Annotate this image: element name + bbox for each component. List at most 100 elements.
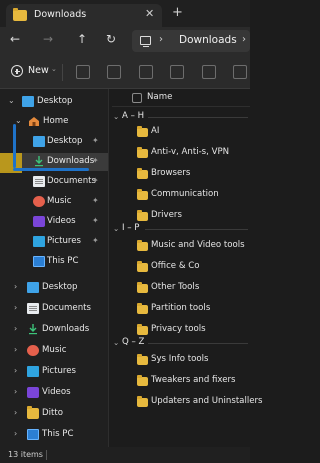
close-tab-icon[interactable]: ✕ — [145, 7, 154, 20]
sidebar-item-desktop-root[interactable]: ⌄ Desktop — [0, 93, 108, 111]
sidebar-item-label: Documents — [42, 303, 91, 313]
sidebar-item-music[interactable]: › Music — [0, 342, 108, 360]
sidebar-item-quick-documents[interactable]: Documents ✦ — [0, 173, 108, 191]
breadcrumb-chevron-icon[interactable]: › — [159, 34, 163, 45]
chevron-down-icon[interactable]: ⌄ — [8, 96, 15, 105]
column-header-name[interactable]: Name — [147, 92, 172, 102]
desktop-icon — [22, 96, 34, 107]
folder-icon — [137, 396, 148, 407]
folder-icon — [27, 406, 39, 419]
music-icon — [27, 345, 39, 356]
tab-title: Downloads — [34, 9, 87, 20]
computer-icon — [27, 429, 39, 440]
pin-icon[interactable]: ✦ — [92, 136, 99, 145]
new-tab-button[interactable]: + — [172, 5, 183, 20]
sidebar-item-desktop[interactable]: › Desktop — [0, 279, 108, 297]
address-bar[interactable]: › Downloads › — [132, 30, 250, 52]
sidebar-item-label: Desktop — [37, 96, 73, 106]
sidebar-item-quick-desktop[interactable]: Desktop ✦ — [0, 133, 108, 151]
pin-icon[interactable]: ✦ — [92, 176, 99, 185]
breadcrumb-downloads[interactable]: Downloads — [179, 34, 237, 46]
sidebar-item-ditto[interactable]: › Ditto — [0, 405, 108, 423]
pin-icon[interactable]: ✦ — [92, 156, 99, 165]
folder-icon — [137, 189, 148, 200]
group-divider — [145, 229, 248, 230]
sidebar-item-label: Music — [47, 196, 72, 206]
desktop-icon — [27, 282, 39, 293]
chevron-right-icon[interactable]: › — [14, 324, 17, 333]
list-item[interactable]: Anti-v, Anti-s, VPN — [151, 147, 229, 157]
chevron-right-icon[interactable]: › — [14, 429, 17, 438]
chevron-right-icon[interactable]: › — [14, 387, 17, 396]
group-header-a-h[interactable]: A – H — [122, 111, 144, 121]
picture-icon — [27, 366, 39, 377]
video-icon — [33, 216, 45, 227]
sidebar-item-this-pc[interactable]: › This PC — [0, 426, 108, 444]
sidebar-item-quick-this-pc[interactable]: This PC — [0, 253, 108, 271]
forward-button[interactable]: → — [43, 32, 53, 46]
pin-icon[interactable]: ✦ — [92, 236, 99, 245]
sidebar-item-quick-pictures[interactable]: Pictures ✦ — [0, 233, 108, 251]
list-item[interactable]: AI — [151, 126, 159, 136]
tab-downloads[interactable]: Downloads ✕ — [6, 4, 162, 27]
chevron-down-icon[interactable]: ⌄ — [113, 112, 119, 121]
sidebar-item-label: Pictures — [42, 366, 77, 376]
chevron-down-icon[interactable]: ⌄ — [15, 116, 22, 125]
chevron-right-icon[interactable]: › — [14, 303, 17, 312]
sidebar-item-label: Pictures — [47, 236, 82, 246]
back-button[interactable]: ← — [10, 32, 20, 46]
breadcrumb-chevron-icon[interactable]: › — [242, 34, 246, 45]
sidebar-item-label: Videos — [42, 387, 71, 397]
sidebar-item-label: Downloads — [47, 156, 95, 166]
chevron-right-icon[interactable]: › — [14, 345, 17, 354]
sidebar-item-videos[interactable]: › Videos — [0, 384, 108, 402]
list-item[interactable]: Sys Info tools — [151, 354, 209, 364]
list-item[interactable]: Tweakers and fixers — [151, 375, 236, 385]
annotation-line — [13, 124, 16, 168]
chevron-right-icon[interactable]: › — [14, 366, 17, 375]
up-button[interactable]: ↑ — [77, 32, 87, 46]
list-item[interactable]: Drivers — [151, 210, 182, 220]
list-item[interactable]: Updaters and Uninstallers — [151, 396, 263, 406]
download-arrow-icon — [33, 155, 45, 167]
group-header-i-p[interactable]: I – P — [122, 223, 139, 233]
list-item[interactable]: Partition tools — [151, 303, 210, 313]
list-item[interactable]: Office & Co — [151, 261, 200, 271]
sidebar-item-label: This PC — [42, 429, 74, 439]
folder-icon — [137, 282, 148, 293]
sidebar-item-quick-videos[interactable]: Videos ✦ — [0, 213, 108, 231]
status-bar: 13 items — [0, 447, 250, 463]
list-item[interactable]: Other Tools — [151, 282, 199, 292]
paste-icon[interactable] — [139, 65, 153, 79]
pin-icon[interactable]: ✦ — [92, 216, 99, 225]
delete-icon[interactable] — [233, 65, 247, 79]
folder-icon — [137, 375, 148, 386]
chevron-down-icon[interactable]: ⌄ — [113, 224, 119, 233]
sidebar-item-downloads[interactable]: › Downloads — [0, 321, 108, 339]
chevron-right-icon[interactable]: › — [14, 282, 17, 291]
plus-circle-icon[interactable] — [11, 65, 23, 77]
sidebar-item-documents[interactable]: › Documents — [0, 300, 108, 318]
list-item[interactable]: Communication — [151, 189, 219, 199]
refresh-button[interactable]: ↻ — [106, 32, 116, 46]
sidebar-item-label: Desktop — [47, 136, 83, 146]
pin-icon[interactable]: ✦ — [92, 196, 99, 205]
select-all-checkbox[interactable] — [132, 93, 142, 103]
sidebar-item-pictures[interactable]: › Pictures — [0, 363, 108, 381]
chevron-down-icon[interactable]: ⌄ — [113, 338, 119, 347]
list-item[interactable]: Music and Video tools — [151, 240, 245, 250]
sidebar-item-quick-music[interactable]: Music ✦ — [0, 193, 108, 211]
cut-icon[interactable] — [76, 65, 90, 79]
navigation-bar: ← → ↑ ↻ › Downloads › — [0, 27, 250, 56]
desktop-icon — [33, 136, 45, 147]
sidebar-item-home[interactable]: ⌄ Home — [0, 113, 108, 131]
new-button[interactable]: New — [28, 65, 49, 76]
copy-icon[interactable] — [107, 65, 121, 79]
rename-icon[interactable] — [170, 65, 184, 79]
chevron-down-icon[interactable]: ⌄ — [51, 65, 57, 73]
chevron-right-icon[interactable]: › — [14, 408, 17, 417]
group-header-q-z[interactable]: Q – Z — [122, 337, 144, 347]
list-item[interactable]: Browsers — [151, 168, 190, 178]
list-item[interactable]: Privacy tools — [151, 324, 206, 334]
share-icon[interactable] — [202, 65, 216, 79]
